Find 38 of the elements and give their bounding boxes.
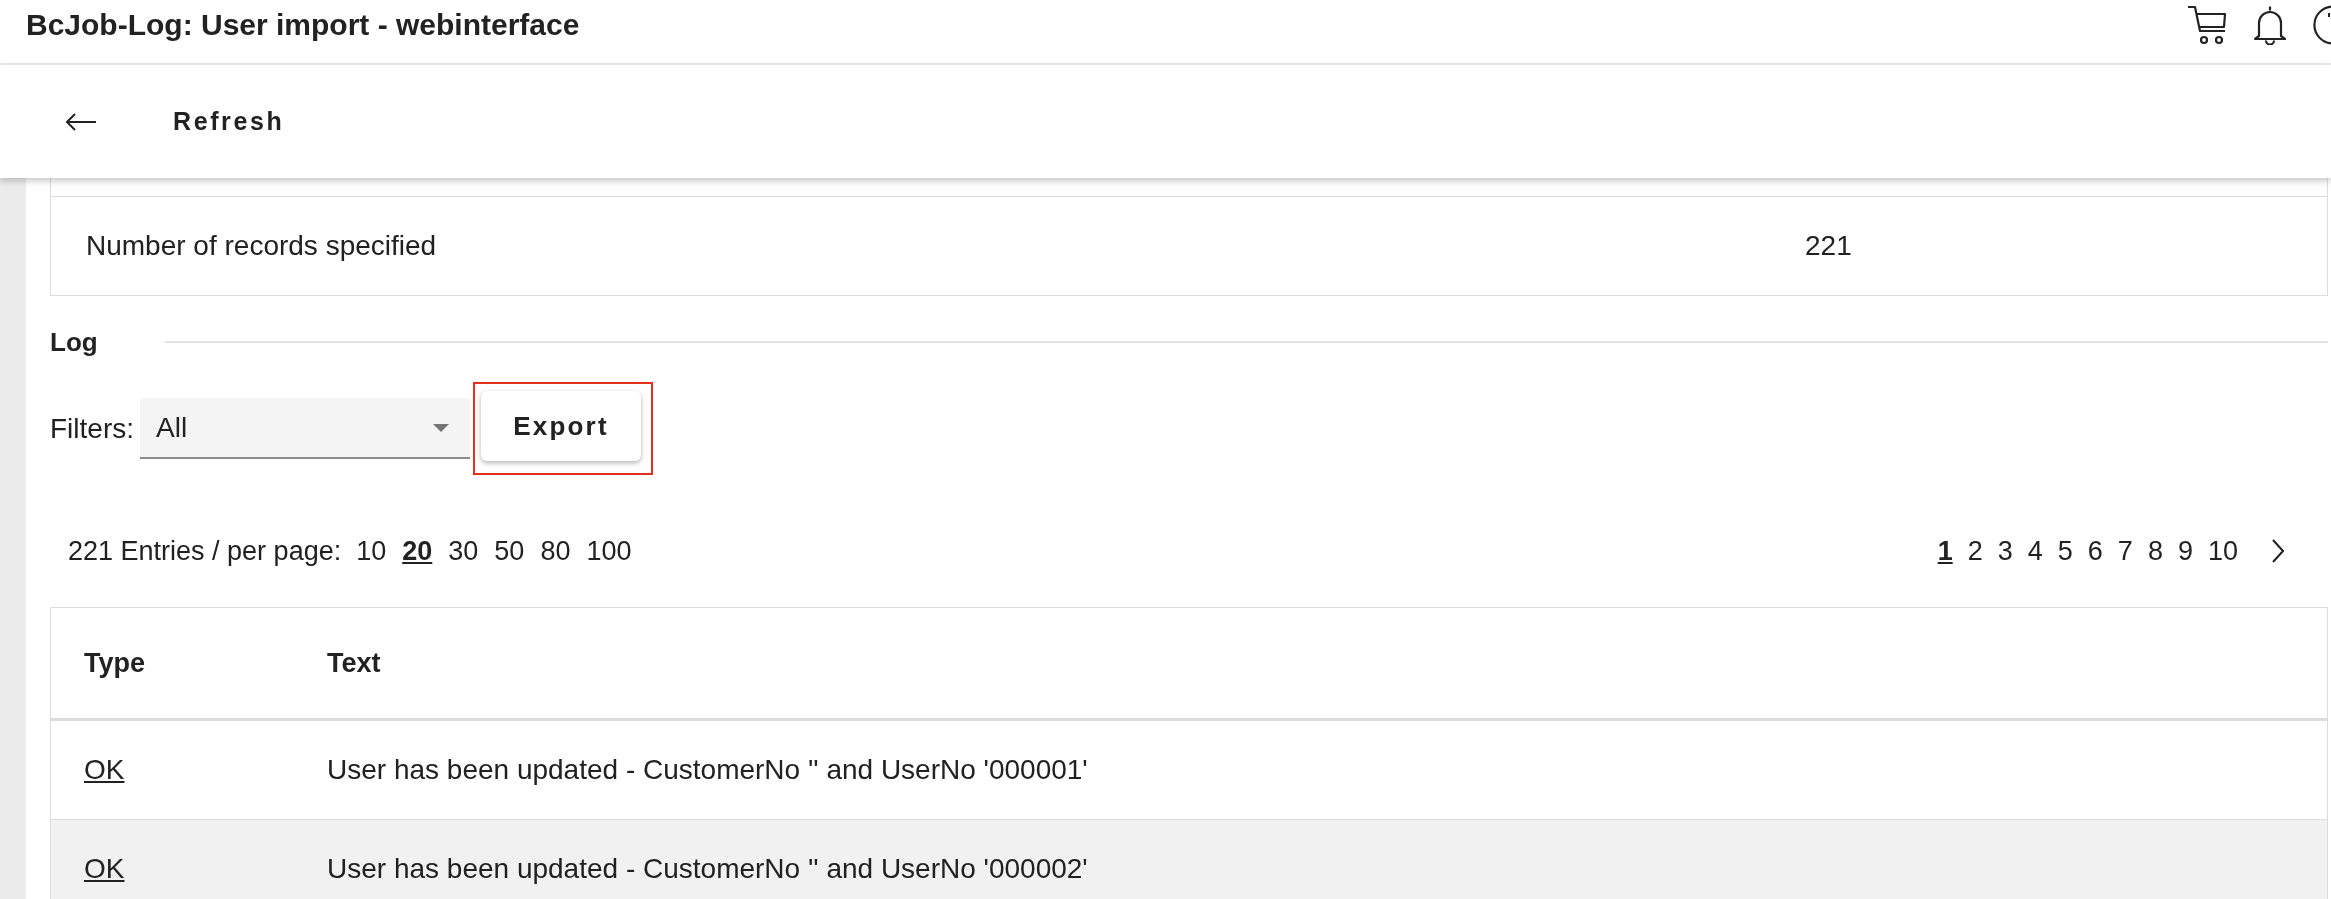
page-link[interactable]: 10 [2207, 535, 2238, 567]
page-link[interactable]: 3 [1997, 535, 2013, 567]
column-header: Text [327, 647, 382, 679]
dropdown-caret-icon[interactable] [433, 423, 449, 432]
page-link[interactable]: 5 [2057, 535, 2073, 567]
page-size-option[interactable]: 80 [540, 535, 571, 567]
page-link[interactable]: 4 [2027, 535, 2043, 567]
back-arrow-icon[interactable] [65, 112, 97, 131]
page-link[interactable]: 1 [1937, 535, 1953, 567]
type-link[interactable]: OK [84, 754, 125, 786]
field-value: 221 [1805, 230, 1853, 262]
filter-select[interactable]: All [140, 398, 470, 459]
circle-icon[interactable] [2313, 5, 2331, 45]
notification-bell-icon[interactable] [2253, 5, 2287, 45]
refresh-button[interactable]: Refresh [173, 103, 285, 140]
cart-icon[interactable] [2187, 5, 2227, 45]
entries-count: 221 Entries / per page: [68, 535, 342, 567]
page-link[interactable]: 7 [2117, 535, 2133, 567]
table-cell: User has been updated - CustomerNo '' and UserNo '000001' [327, 754, 1088, 786]
page-size-option[interactable]: 30 [448, 535, 479, 567]
table-row[interactable]: OK User has been updated - CustomerNo '' and UserNo '000002' [51, 820, 2327, 899]
chevron-right-icon[interactable] [2272, 539, 2284, 563]
table-cell: User has been updated - CustomerNo '' and UserNo '000002' [327, 853, 1088, 885]
page-size-option[interactable]: 10 [356, 535, 387, 567]
page-size-option[interactable]: 100 [586, 535, 632, 567]
filter-label: Filters: [50, 412, 134, 445]
column-header: Type [84, 647, 146, 679]
page-link[interactable]: 2 [1967, 535, 1983, 567]
page-size-option[interactable]: 50 [494, 535, 525, 567]
window-title: BcJob-Log: User import - webinterface [26, 7, 581, 42]
page-link[interactable]: 8 [2147, 535, 2163, 567]
section-heading: Log [50, 326, 98, 358]
export-button[interactable]: Export [481, 391, 641, 461]
page-link[interactable]: 6 [2087, 535, 2103, 567]
field-label: Number of records specified [85, 230, 438, 262]
page-link[interactable]: 9 [2177, 535, 2193, 567]
page-size-option[interactable]: 20 [402, 535, 433, 567]
type-link[interactable]: OK [84, 853, 125, 885]
